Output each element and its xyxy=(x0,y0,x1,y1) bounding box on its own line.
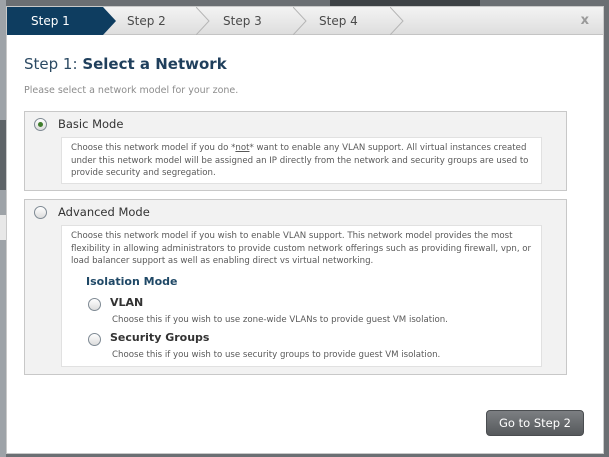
advanced-mode-panel[interactable]: Advanced Mode Choose this network model … xyxy=(24,199,567,375)
basic-desc-emphasis: not xyxy=(235,143,250,153)
step-4-label: Step 4 xyxy=(319,14,358,28)
vlan-option-label: VLAN xyxy=(110,296,144,309)
go-to-step-2-button[interactable]: Go to Step 2 xyxy=(486,410,584,436)
advanced-desc-text: Choose this network model if you wish to… xyxy=(71,231,532,266)
basic-mode-label: Basic Mode xyxy=(58,117,124,131)
security-groups-option-description: Choose this if you wish to use security … xyxy=(112,350,441,360)
basic-mode-radio[interactable] xyxy=(34,118,47,131)
isolation-mode-heading: Isolation Mode xyxy=(86,275,178,288)
page-title: Step 1: Select a Network xyxy=(24,55,227,73)
step-1-tab[interactable]: Step 1 xyxy=(7,7,103,35)
step-3-tab[interactable]: Step 3 xyxy=(199,7,295,35)
add-zone-wizard-dialog: Step 1 Step 2 Step 3 Step 4 x Step 1: Se… xyxy=(6,6,604,454)
page-subtitle: Please select a network model for your z… xyxy=(24,85,239,96)
advanced-mode-radio[interactable] xyxy=(34,206,47,219)
step-4-tab[interactable]: Step 4 xyxy=(295,7,391,35)
vlan-option-description: Choose this if you wish to use zone-wide… xyxy=(112,315,448,325)
advanced-mode-description: Choose this network model if you wish to… xyxy=(61,225,542,367)
security-groups-radio[interactable] xyxy=(88,333,101,346)
advanced-mode-label: Advanced Mode xyxy=(58,205,150,219)
basic-mode-panel[interactable]: Basic Mode Choose this network model if … xyxy=(24,111,567,191)
step-separator-arrow xyxy=(390,7,404,35)
security-groups-option-label: Security Groups xyxy=(110,331,210,344)
step-2-tab[interactable]: Step 2 xyxy=(103,7,199,35)
close-icon[interactable]: x xyxy=(581,13,589,28)
basic-mode-description: Choose this network model if you do *not… xyxy=(61,137,542,184)
step-2-label: Step 2 xyxy=(127,14,166,28)
vlan-radio[interactable] xyxy=(88,298,101,311)
title-prefix: Step 1: xyxy=(24,55,78,73)
step-1-label: Step 1 xyxy=(31,14,70,28)
title-main: Select a Network xyxy=(82,55,227,73)
step-3-label: Step 3 xyxy=(223,14,262,28)
wizard-steps-bar: Step 1 Step 2 Step 3 Step 4 x xyxy=(7,7,603,35)
basic-desc-text: Choose this network model if you do * xyxy=(71,143,236,153)
